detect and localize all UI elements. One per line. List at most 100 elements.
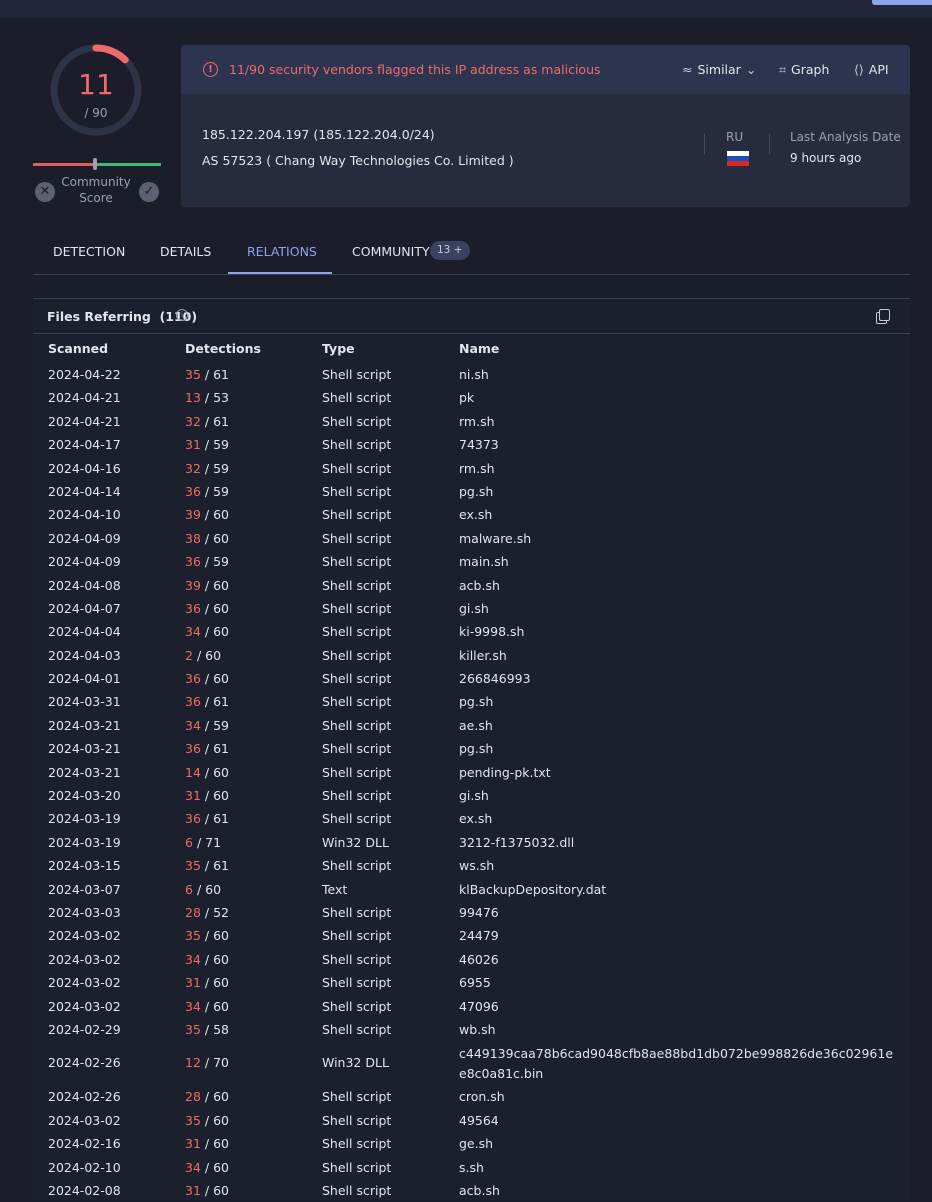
file-name-link[interactable]: pg.sh xyxy=(459,737,493,760)
file-name-link[interactable]: pk xyxy=(459,386,474,409)
graph-button[interactable]: ⌗ Graph xyxy=(779,62,829,78)
table-row[interactable]: 2024-03-07 6/ 60 Text klBackupDepository.da… xyxy=(33,878,910,901)
file-name-link[interactable]: gi.sh xyxy=(459,597,489,620)
table-row[interactable]: 2024-04-09 36/ 59 Shell script main.sh xyxy=(33,550,910,573)
table-row[interactable]: 2024-04-07 36/ 60 Shell script gi.sh xyxy=(33,597,910,620)
file-name-link[interactable]: c449139caa78b6cad9048cfb8ae88bd1db072be9… xyxy=(459,1044,899,1084)
file-name-link[interactable]: acb.sh xyxy=(459,1179,500,1202)
tab-detection[interactable]: DETECTION xyxy=(53,244,125,259)
similar-button[interactable]: ≈ Similar ⌄ xyxy=(682,62,756,77)
detections-cell: 6/ 60 xyxy=(185,878,221,901)
vote-malicious-icon[interactable]: ✕ xyxy=(35,182,55,202)
table-row[interactable]: 2024-04-22 35/ 61 Shell script ni.sh xyxy=(33,363,910,386)
vote-harmless-icon[interactable]: ✓ xyxy=(139,182,159,202)
file-name-link[interactable]: main.sh xyxy=(459,550,509,573)
table-row[interactable]: 2024-02-16 31/ 60 Shell script ge.sh xyxy=(33,1132,910,1155)
table-row[interactable]: 2024-04-16 32/ 59 Shell script rm.sh xyxy=(33,457,910,480)
file-name-link[interactable]: acb.sh xyxy=(459,574,500,597)
table-row[interactable]: 2024-04-04 34/ 60 Shell script ki-9998.sh xyxy=(33,620,910,643)
copy-icon[interactable] xyxy=(879,309,890,321)
table-row[interactable]: 2024-04-21 13/ 53 Shell script pk xyxy=(33,386,910,409)
table-row[interactable]: 2024-03-02 35/ 60 Shell script 49564 xyxy=(33,1109,910,1132)
table-row[interactable]: 2024-04-14 36/ 59 Shell script pg.sh xyxy=(33,480,910,503)
chevron-down-icon: ⌄ xyxy=(745,62,757,77)
scanned-date: 2024-03-02 xyxy=(48,951,121,967)
column-header-name[interactable]: Name xyxy=(459,341,499,356)
file-name-link[interactable]: ki-9998.sh xyxy=(459,620,524,643)
detections-count: 38 xyxy=(185,530,201,546)
table-row[interactable]: 2024-03-02 31/ 60 Shell script 6955 xyxy=(33,971,910,994)
table-row[interactable]: 2024-04-09 38/ 60 Shell script malware.sh xyxy=(33,527,910,550)
detections-cell: 35/ 58 xyxy=(185,1018,229,1041)
file-name-link[interactable]: pg.sh xyxy=(459,690,493,713)
detections-count: 31 xyxy=(185,1136,201,1152)
file-name-link[interactable]: gi.sh xyxy=(459,784,489,807)
column-header-detections[interactable]: Detections xyxy=(185,341,261,356)
file-type: Shell script xyxy=(322,1136,392,1152)
table-row[interactable]: 2024-02-29 35/ 58 Shell script wb.sh xyxy=(33,1018,910,1041)
table-row[interactable]: 2024-03-02 35/ 60 Shell script 24479 xyxy=(33,924,910,947)
file-name-link[interactable]: rm.sh xyxy=(459,410,495,433)
ip-address[interactable]: 185.122.204.197 (185.122.204.0/24) xyxy=(202,127,435,142)
table-row[interactable]: 2024-04-17 31/ 59 Shell script 74373 xyxy=(33,433,910,456)
file-name-link[interactable]: cron.sh xyxy=(459,1085,505,1108)
file-name-link[interactable]: 6955 xyxy=(459,971,491,994)
file-name-link[interactable]: 46026 xyxy=(459,948,499,971)
file-name-link[interactable]: 74373 xyxy=(459,433,499,456)
table-row[interactable]: 2024-02-08 31/ 60 Shell script acb.sh xyxy=(33,1179,910,1202)
detections-cell: 31/ 60 xyxy=(185,1179,229,1202)
file-name-link[interactable]: killer.sh xyxy=(459,644,507,667)
column-header-type[interactable]: Type xyxy=(322,341,355,356)
file-name-link[interactable]: rm.sh xyxy=(459,457,495,480)
tab-community[interactable]: COMMUNITY xyxy=(352,244,430,259)
table-row[interactable]: 2024-04-10 39/ 60 Shell script ex.sh xyxy=(33,503,910,526)
table-row[interactable]: 2024-02-26 12/ 70 Win32 DLL c449139caa78b6c… xyxy=(33,1041,910,1085)
table-row[interactable]: 2024-03-21 34/ 59 Shell script ae.sh xyxy=(33,714,910,737)
table-row[interactable]: 2024-04-08 39/ 60 Shell script acb.sh xyxy=(33,574,910,597)
info-icon[interactable]: i xyxy=(176,309,188,321)
column-header-scanned[interactable]: Scanned xyxy=(48,341,108,356)
detections-total: / 60 xyxy=(204,530,229,546)
table-row[interactable]: 2024-04-21 32/ 61 Shell script rm.sh xyxy=(33,410,910,433)
file-name-link[interactable]: ws.sh xyxy=(459,854,494,877)
file-name-link[interactable]: ni.sh xyxy=(459,363,489,386)
file-name-link[interactable]: klBackupDepository.dat xyxy=(459,878,606,901)
api-button[interactable]: ⟨⟩ API xyxy=(854,62,889,77)
file-name-link[interactable]: s.sh xyxy=(459,1156,484,1179)
file-name-link[interactable]: pg.sh xyxy=(459,480,493,503)
table-row[interactable]: 2024-04-01 36/ 60 Shell script 266846993 xyxy=(33,667,910,690)
table-row[interactable]: 2024-03-15 35/ 61 Shell script ws.sh xyxy=(33,854,910,877)
file-name-link[interactable]: 3212-f1375032.dll xyxy=(459,831,574,854)
table-row[interactable]: 2024-03-02 34/ 60 Shell script 47096 xyxy=(33,995,910,1018)
table-row[interactable]: 2024-03-21 14/ 60 Shell script pending-pk.t… xyxy=(33,761,910,784)
file-name-link[interactable]: wb.sh xyxy=(459,1018,496,1041)
file-name-link[interactable]: pending-pk.txt xyxy=(459,761,551,784)
file-name-link[interactable]: ge.sh xyxy=(459,1132,493,1155)
table-row[interactable]: 2024-04-03 2/ 60 Shell script killer.sh xyxy=(33,644,910,667)
table-row[interactable]: 2024-03-31 36/ 61 Shell script pg.sh xyxy=(33,690,910,713)
table-row[interactable]: 2024-03-19 6/ 71 Win32 DLL 3212-f1375032.dl… xyxy=(33,831,910,854)
table-row[interactable]: 2024-03-19 36/ 61 Shell script ex.sh xyxy=(33,807,910,830)
file-name-link[interactable]: 266846993 xyxy=(459,667,531,690)
table-row[interactable]: 2024-03-03 28/ 52 Shell script 99476 xyxy=(33,901,910,924)
tab-details[interactable]: DETAILS xyxy=(160,244,211,259)
table-row[interactable]: 2024-03-21 36/ 61 Shell script pg.sh xyxy=(33,737,910,760)
tab-relations[interactable]: RELATIONS xyxy=(247,244,317,259)
file-name-link[interactable]: 49564 xyxy=(459,1109,499,1132)
detections-total: / 60 xyxy=(196,647,222,663)
file-name-link[interactable]: 24479 xyxy=(459,924,499,947)
table-row[interactable]: 2024-02-10 34/ 60 Shell script s.sh xyxy=(33,1156,910,1179)
file-name-link[interactable]: ex.sh xyxy=(459,807,492,830)
detections-count: 35 xyxy=(185,1112,201,1128)
table-row[interactable]: 2024-03-20 31/ 60 Shell script gi.sh xyxy=(33,784,910,807)
file-name-link[interactable]: 99476 xyxy=(459,901,499,924)
as-owner[interactable]: AS 57523 ( Chang Way Technologies Co. Li… xyxy=(202,153,514,168)
file-name-link[interactable]: ae.sh xyxy=(459,714,493,737)
file-name-link[interactable]: ex.sh xyxy=(459,503,492,526)
top-bar-button[interactable] xyxy=(872,0,932,5)
table-row[interactable]: 2024-03-02 34/ 60 Shell script 46026 xyxy=(33,948,910,971)
file-name-link[interactable]: malware.sh xyxy=(459,527,531,550)
detections-count: 34 xyxy=(185,951,201,967)
table-row[interactable]: 2024-02-26 28/ 60 Shell script cron.sh xyxy=(33,1085,910,1108)
file-name-link[interactable]: 47096 xyxy=(459,995,499,1018)
